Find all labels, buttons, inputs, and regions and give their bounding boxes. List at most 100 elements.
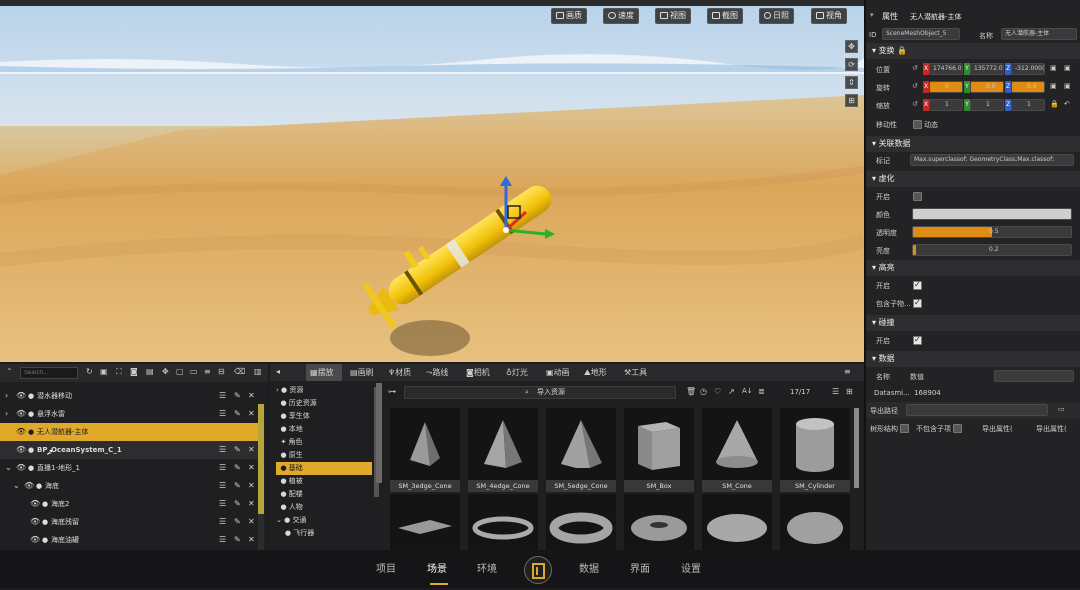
filter-icon[interactable]: ≣	[758, 387, 765, 396]
eye-icon[interactable]: 👁	[16, 423, 26, 441]
export-icon[interactable]: ↗	[728, 387, 735, 396]
sliders-icon[interactable]: ☰	[219, 459, 226, 477]
outliner-search-input[interactable]	[20, 367, 78, 379]
logo-button[interactable]	[524, 556, 552, 584]
delete-icon[interactable]: 🗑	[686, 387, 696, 396]
tree-item[interactable]: ● 人物	[276, 501, 376, 514]
folder-icon[interactable]: ▭	[190, 367, 198, 376]
list-item[interactable]: 👁 ● 海底2 ☰ ✎ ✕	[0, 495, 258, 513]
sliders-icon[interactable]: ☰	[219, 405, 226, 423]
export-properties-button[interactable]: 导出属性(	[982, 424, 1013, 434]
list-item[interactable]: 👁 ● 海底残留 ☰ ✎ ✕	[0, 513, 258, 531]
tab-brush[interactable]: ▤画刷	[350, 364, 374, 381]
position-x-field[interactable]: 174766.0	[929, 63, 963, 75]
sliders-icon[interactable]: ☰	[219, 477, 226, 495]
close-icon[interactable]: ✕	[248, 387, 255, 405]
nav-settings[interactable]: 设置	[681, 550, 701, 588]
asset-tile[interactable]	[624, 494, 694, 550]
tab-animation[interactable]: ▣动画	[546, 364, 570, 381]
tab-light[interactable]: ♁灯光	[506, 364, 528, 381]
list-item[interactable]: ⌄ 👁 ● 直播1-地形_1 ☰ ✎ ✕	[0, 459, 258, 477]
tree-item[interactable]: › ● 资源	[276, 384, 376, 397]
tab-route[interactable]: ⤳路线	[426, 364, 448, 381]
menu-icon[interactable]: ≡	[844, 367, 851, 376]
tab-material[interactable]: ♆材质	[388, 364, 411, 381]
asset-tile[interactable]: SM_Cone	[702, 408, 772, 492]
sort-az-icon[interactable]: A↓	[742, 387, 753, 395]
reset-icon[interactable]: ↺	[912, 100, 918, 108]
favorite-icon[interactable]: ♡	[714, 387, 721, 396]
asset-tile[interactable]: SM_Box	[624, 408, 694, 492]
eye-icon[interactable]: 👁	[16, 405, 26, 423]
folder-icon[interactable]: ▭	[1058, 405, 1065, 413]
collapse-icon[interactable]: ◂	[276, 367, 280, 376]
nav-interface[interactable]: 界面	[630, 550, 650, 588]
tree-item[interactable]: ● 植被	[276, 475, 376, 488]
chevron-down-icon[interactable]: ▾	[870, 11, 874, 19]
grid-view-icon[interactable]: ⊞	[846, 387, 853, 396]
color-swatch[interactable]	[912, 208, 1072, 220]
scale-tool-icon[interactable]: ⇕	[845, 76, 858, 89]
list-item[interactable]: 👁 ● 海底油罐 ☰ ✎ ✕	[0, 531, 258, 549]
chevron-right-icon[interactable]: ›	[5, 405, 8, 423]
section-collision[interactable]: ▾ 碰撞	[866, 315, 1080, 331]
paste-icon[interactable]: ▣	[1064, 82, 1071, 90]
close-icon[interactable]: ✕	[248, 495, 255, 513]
brightness-slider[interactable]: 0.2	[912, 244, 1072, 256]
sunlight-button[interactable]: 日照	[759, 8, 794, 24]
history-icon[interactable]: ◷	[700, 387, 707, 396]
edit-icon[interactable]: ✎	[234, 495, 241, 513]
move-tool-icon[interactable]: ✥	[845, 40, 858, 53]
quality-button[interactable]: 画质	[551, 8, 587, 24]
reset-icon[interactable]: ↺	[912, 64, 918, 72]
data-value-field[interactable]	[994, 370, 1074, 382]
list-item[interactable]: › 👁 ● 潜水器移动 ☰ ✎ ✕	[0, 387, 258, 405]
3d-viewport[interactable]: 画质 速度 视图 截图 日照 视角 ✥ ⟳ ⇕ ⊞	[0, 0, 864, 362]
asset-scrollbar[interactable]	[854, 408, 859, 488]
virtual-enable-checkbox[interactable]	[913, 192, 922, 201]
close-icon[interactable]: ✕	[248, 531, 255, 549]
eye-icon[interactable]: 👁	[30, 513, 40, 531]
rotate-tool-icon[interactable]: ⟳	[845, 58, 858, 71]
exclude-children-checkbox[interactable]	[953, 424, 962, 433]
chevron-up-icon[interactable]: ⌃	[6, 367, 13, 376]
edit-icon[interactable]: ✎	[234, 405, 241, 423]
section-linked-data[interactable]: ▾ 关联数据	[866, 136, 1080, 152]
id-field[interactable]: SceneMeshObject_5	[882, 28, 960, 40]
outliner-scrollbar[interactable]	[258, 404, 264, 550]
section-data[interactable]: ▾ 数据	[866, 351, 1080, 367]
position-y-field[interactable]: 135772.0	[970, 63, 1004, 75]
tab-terrain[interactable]: ⛰地形	[584, 364, 607, 381]
speed-button[interactable]: 速度	[603, 8, 639, 24]
list-view-icon[interactable]: ☰	[832, 387, 839, 396]
mobility-checkbox[interactable]	[913, 120, 922, 129]
scale-z-field[interactable]: 1	[1011, 99, 1045, 111]
hierarchy-icon[interactable]: ⊶	[388, 387, 396, 396]
fit-icon[interactable]: ⛶	[116, 367, 122, 377]
copy-icon[interactable]: ▣	[1050, 82, 1057, 90]
edit-icon[interactable]: ✎	[234, 531, 241, 549]
sliders-icon[interactable]: ☰	[219, 531, 226, 549]
asset-tile[interactable]	[702, 494, 772, 550]
export-path-field[interactable]	[906, 404, 1048, 416]
screenshot-button[interactable]: 截图	[707, 8, 743, 24]
name-field[interactable]: 无人潜航器-主体	[1001, 28, 1077, 40]
tree-item[interactable]: ✦ 角色	[276, 436, 376, 449]
edit-icon[interactable]: ✎	[234, 459, 241, 477]
lock-icon[interactable]: ⊟	[218, 367, 225, 376]
nav-environment[interactable]: 环境	[477, 550, 497, 588]
eye-icon[interactable]: 👁	[16, 387, 26, 405]
export-properties-button-2[interactable]: 导出属性(	[1036, 424, 1067, 434]
asset-tile[interactable]: SM_3edge_Cone	[390, 408, 460, 492]
tag-field[interactable]: Max.superclassof: GeometryClass;Max.clas…	[910, 154, 1074, 166]
eye-icon[interactable]: 👁	[30, 495, 40, 513]
list-item[interactable]: › 👁 ● 悬浮水雷 ☰ ✎ ✕	[0, 405, 258, 423]
tree-structure-checkbox[interactable]	[900, 424, 909, 433]
sliders-icon[interactable]: ☰	[219, 495, 226, 513]
collision-enable-checkbox[interactable]	[913, 335, 922, 345]
close-icon[interactable]: ✕	[248, 459, 255, 477]
sliders-icon[interactable]: ☰	[219, 513, 226, 531]
rotation-y-field[interactable]: 0.0	[970, 81, 1004, 93]
eye-icon[interactable]: 👁	[16, 441, 26, 459]
tree-item[interactable]: ● 历史资源	[276, 397, 376, 410]
